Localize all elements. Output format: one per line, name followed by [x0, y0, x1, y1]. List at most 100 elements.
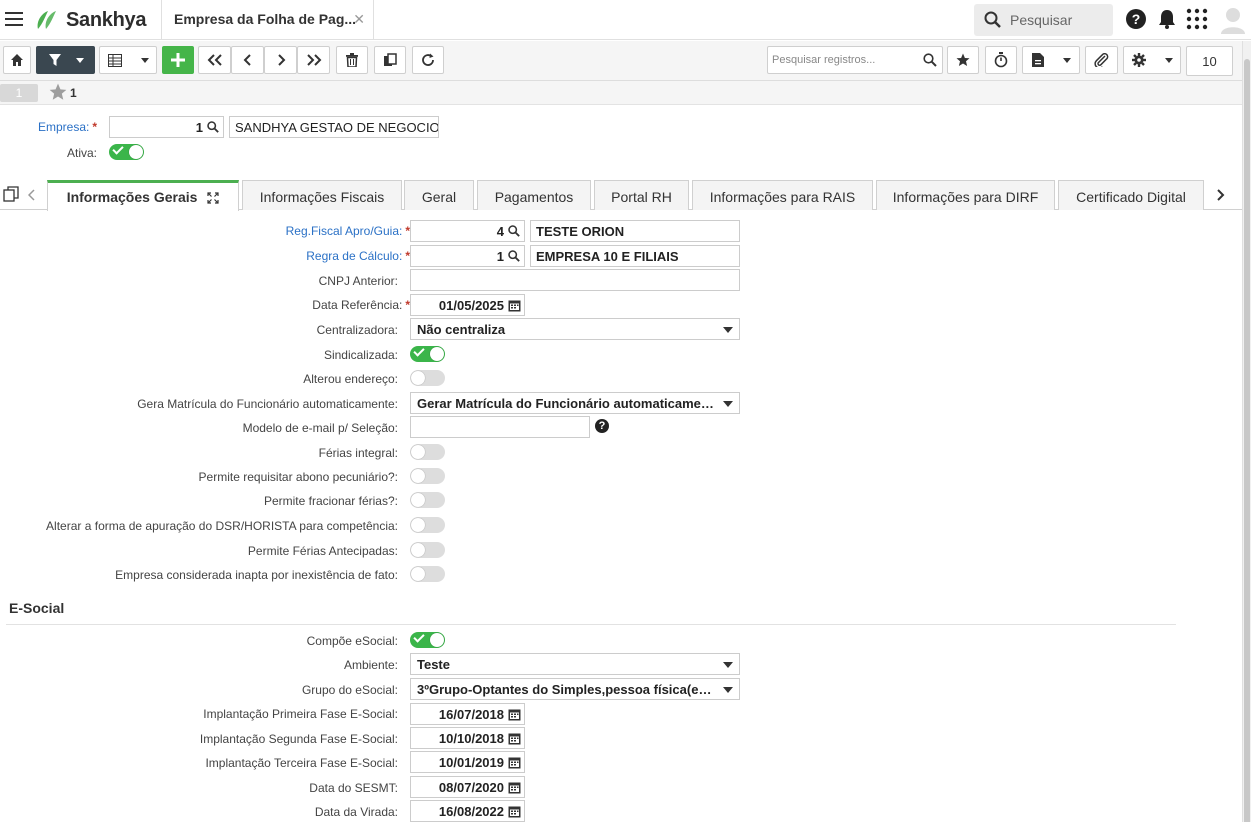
table-grid-icon: [107, 53, 122, 67]
vertical-scrollbar[interactable]: [1242, 41, 1251, 822]
calendar-icon[interactable]: [508, 781, 521, 794]
settings-button[interactable]: [1123, 46, 1181, 74]
regra-calculo-name-field: EMPRESA 10 E FILIAIS: [530, 245, 740, 267]
last-record-button[interactable]: [297, 46, 330, 74]
centralizadora-label: Centralizadora:: [316, 323, 398, 337]
centralizadora-select[interactable]: Não centraliza: [410, 318, 740, 340]
chevron-down-icon: [1164, 57, 1173, 63]
dsr-horista-toggle[interactable]: [410, 517, 445, 533]
help-icon[interactable]: ?: [1125, 8, 1147, 30]
first-record-button[interactable]: [198, 46, 231, 74]
fase1-date-input[interactable]: 16/07/2018: [410, 703, 525, 725]
calendar-icon[interactable]: [508, 299, 521, 312]
ambiente-select[interactable]: Teste: [410, 653, 740, 675]
ambiente-label: Ambiente:: [343, 658, 398, 672]
previous-record-button[interactable]: [231, 46, 264, 74]
chevron-left-icon: [243, 54, 251, 66]
check-icon: [413, 345, 425, 357]
sesmt-date-input[interactable]: 08/07/2020: [410, 776, 525, 798]
fase3-label: Implantação Terceira Fase E-Social:: [205, 756, 398, 770]
report-button[interactable]: [1022, 46, 1080, 74]
close-tab-icon[interactable]: ✕: [353, 11, 365, 28]
add-record-button[interactable]: [162, 46, 194, 74]
tab-pagamentos[interactable]: Pagamentos: [477, 180, 591, 210]
fase2-date-input[interactable]: 10/10/2018: [410, 727, 525, 749]
fase2-label: Implantação Segunda Fase E-Social:: [199, 732, 398, 746]
tab-informacoes-rais[interactable]: Informações para RAIS: [692, 180, 873, 210]
calendar-icon[interactable]: [508, 708, 521, 721]
sesmt-label: Data do SESMT:: [309, 781, 398, 795]
tab-portal-rh[interactable]: Portal RH: [594, 180, 689, 210]
delete-button[interactable]: [336, 46, 368, 74]
menu-icon[interactable]: [5, 12, 23, 26]
gera-matricula-select[interactable]: Gerar Matrícula do Funcionário automatic…: [410, 392, 740, 414]
expand-icon[interactable]: [207, 192, 219, 204]
compoe-esocial-label: Compõe eSocial:: [306, 634, 398, 648]
empresa-code-field[interactable]: 1: [109, 116, 224, 138]
apps-grid-icon[interactable]: [1186, 8, 1208, 30]
modelo-email-input[interactable]: [410, 416, 590, 438]
abono-pecuniario-toggle[interactable]: [410, 468, 445, 484]
chevron-down-icon: [75, 57, 84, 63]
empresa-inapta-toggle[interactable]: [410, 566, 445, 582]
help-icon[interactable]: ?: [595, 419, 609, 433]
alterou-endereco-toggle[interactable]: [410, 370, 445, 386]
search-icon[interactable]: [207, 121, 219, 133]
star-icon[interactable]: [49, 83, 67, 101]
compoe-esocial-toggle[interactable]: [410, 631, 445, 648]
document-tab-title: Empresa da Folha de Pag...: [174, 11, 357, 27]
search-icon[interactable]: [508, 250, 520, 262]
tab-geral[interactable]: Geral: [404, 180, 474, 210]
calendar-icon[interactable]: [508, 732, 521, 745]
global-search-input[interactable]: Pesquisar: [974, 4, 1113, 36]
record-index-badge[interactable]: 1: [0, 84, 38, 102]
reg-fiscal-code-field[interactable]: 4: [410, 220, 525, 242]
chevron-right-icon[interactable]: [1216, 189, 1225, 201]
calendar-icon[interactable]: [508, 756, 521, 769]
calendar-icon[interactable]: [508, 805, 521, 818]
tab-informacoes-gerais[interactable]: Informações Gerais: [47, 180, 239, 211]
attachment-button[interactable]: [1085, 46, 1118, 74]
duplicate-button[interactable]: [374, 46, 406, 74]
tab-informacoes-dirf[interactable]: Informações para DIRF: [876, 180, 1055, 210]
next-record-button[interactable]: [264, 46, 297, 74]
document-tab[interactable]: Empresa da Folha de Pag... ✕: [161, 0, 374, 40]
centralizadora-value: Não centraliza: [417, 322, 506, 337]
empresa-inapta-label: Empresa considerada inapta por inexistên…: [115, 568, 398, 582]
timer-button[interactable]: [985, 46, 1017, 74]
data-referencia-input[interactable]: 01/05/2025: [410, 294, 525, 316]
ferias-integral-toggle[interactable]: [410, 444, 445, 460]
cnpj-anterior-input[interactable]: [410, 269, 740, 291]
ferias-antecipadas-toggle[interactable]: [410, 542, 445, 558]
empresa-name-field: SANDHYA GESTAO DE NEGOCIOS: [229, 116, 439, 138]
sindicalizada-toggle[interactable]: [410, 345, 445, 362]
grid-view-button[interactable]: [99, 46, 157, 74]
filter-button[interactable]: [36, 46, 95, 74]
tab-informacoes-fiscais[interactable]: Informações Fiscais: [242, 180, 402, 210]
record-count: 1: [70, 86, 77, 100]
ativa-toggle[interactable]: [109, 143, 144, 160]
copy-icon: [384, 53, 397, 66]
home-button[interactable]: [3, 46, 31, 74]
page-size-field[interactable]: 10: [1186, 46, 1233, 76]
search-icon[interactable]: [923, 53, 937, 67]
grupo-esocial-select[interactable]: 3ºGrupo-Optantes do Simples,pessoa físic…: [410, 678, 740, 700]
modelo-email-label: Modelo de e-mail p/ Seleção:: [242, 421, 398, 435]
brand-logo[interactable]: Sankhya: [34, 7, 146, 33]
tab-certificado-digital[interactable]: Certificado Digital: [1058, 180, 1204, 210]
regra-calculo-code-field[interactable]: 1: [410, 245, 525, 267]
notifications-bell-icon[interactable]: [1156, 8, 1178, 30]
search-icon[interactable]: [508, 225, 520, 237]
caret-down-icon: [723, 401, 733, 407]
check-icon: [413, 631, 425, 643]
favorite-button[interactable]: [947, 46, 979, 74]
data-virada-input[interactable]: 16/08/2022: [410, 800, 525, 822]
refresh-button[interactable]: [412, 46, 444, 74]
scrollbar-thumb[interactable]: [1244, 59, 1250, 822]
brand-name: Sankhya: [66, 8, 147, 31]
fase3-date-input[interactable]: 10/01/2019: [410, 751, 525, 773]
record-search-input[interactable]: Pesquisar registros...: [767, 46, 943, 74]
user-avatar-icon[interactable]: [1220, 6, 1246, 34]
fracionar-ferias-toggle[interactable]: [410, 492, 445, 508]
svg-text:?: ?: [1132, 11, 1141, 27]
